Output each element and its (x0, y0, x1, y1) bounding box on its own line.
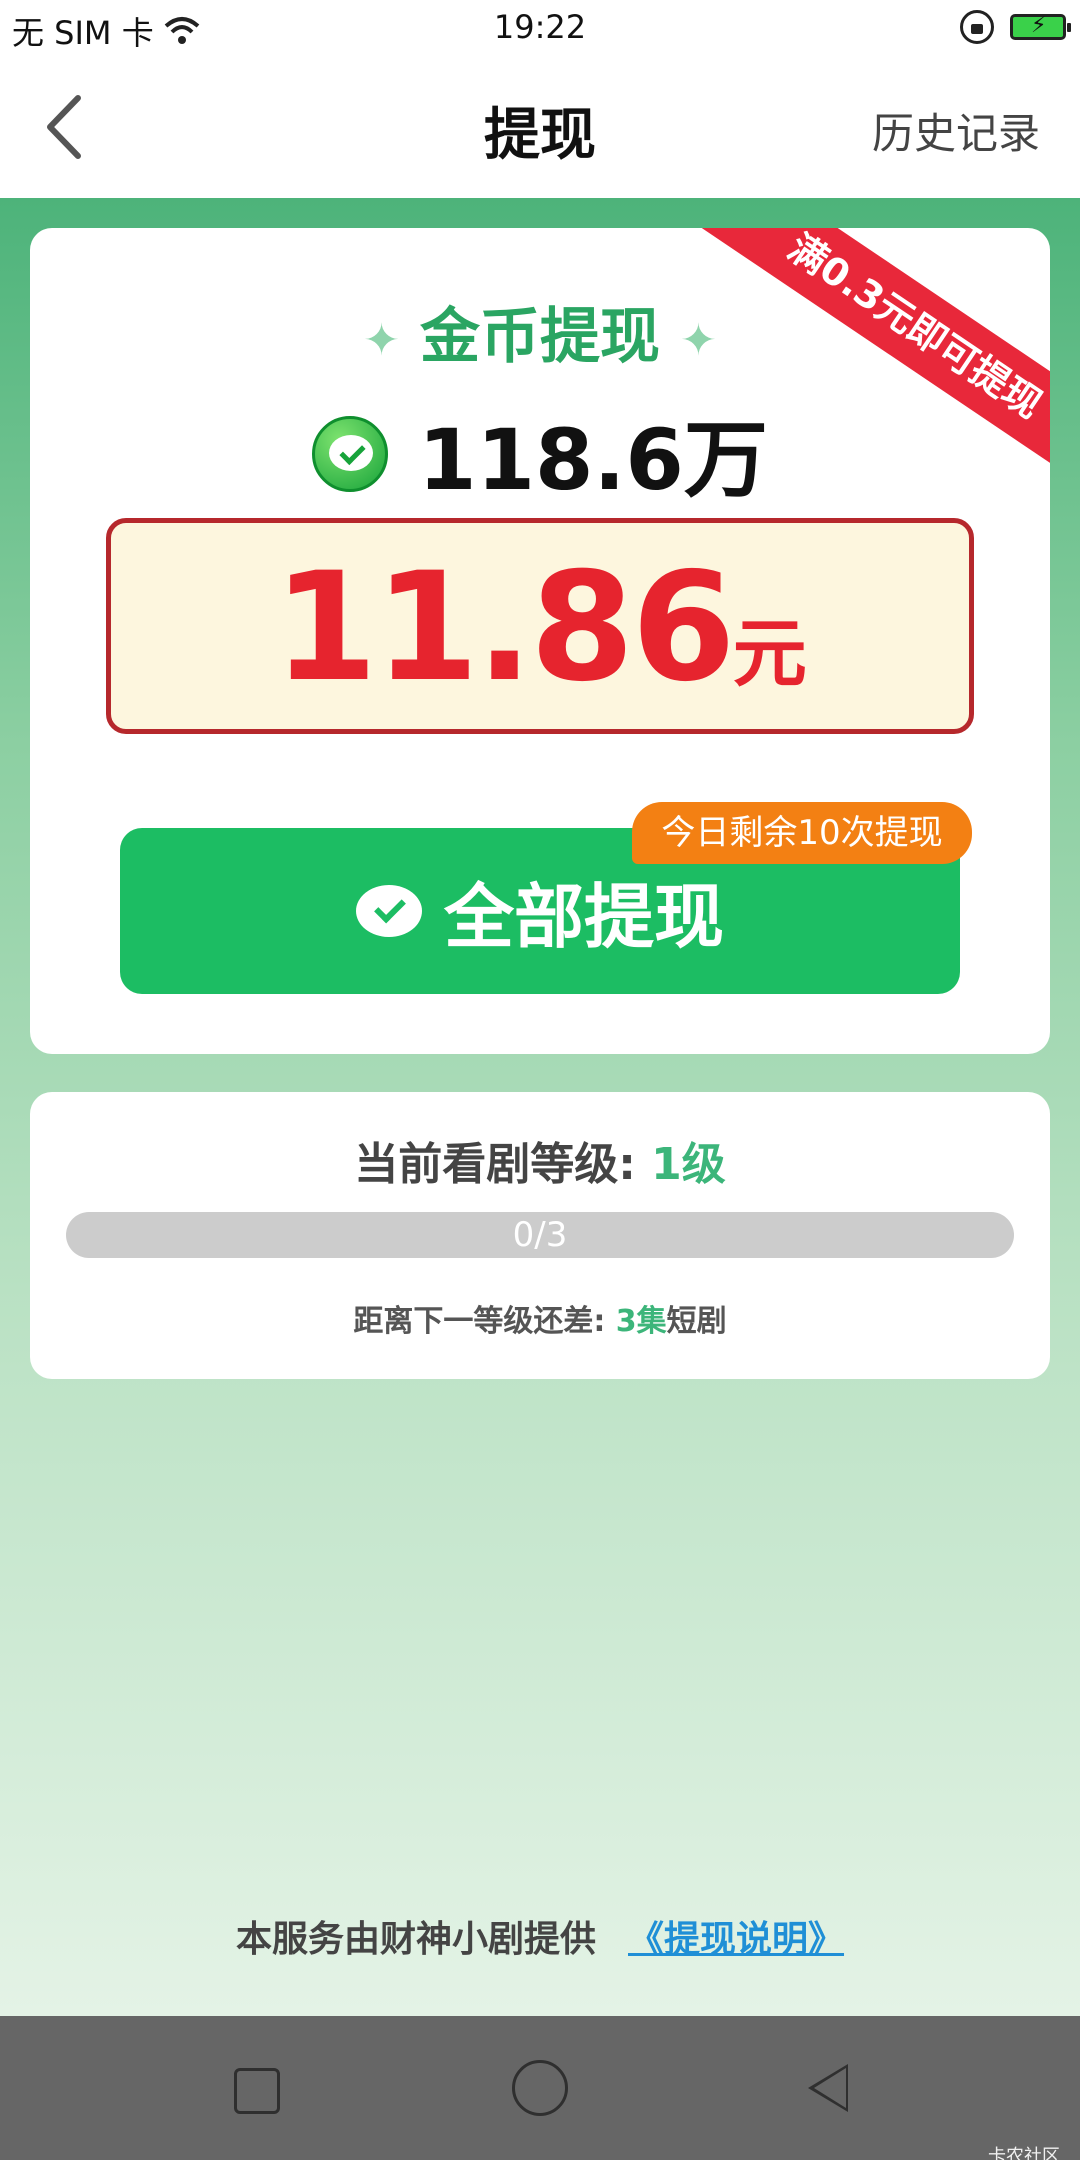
coin-withdraw-title-text: 金币提现 (420, 302, 660, 372)
wechat-coin-icon (312, 415, 389, 492)
withdraw-rules-link[interactable]: 《提现说明》 (628, 1919, 844, 1960)
level-progress-bar: 0/3 (66, 1212, 1014, 1258)
home-icon[interactable] (512, 2060, 568, 2116)
nav-back-icon[interactable] (808, 2064, 848, 2112)
history-button[interactable]: 历史记录 (872, 100, 1040, 161)
recent-apps-icon[interactable] (234, 2068, 280, 2114)
remaining-count-badge: 今日剩余10次提现 (632, 802, 972, 864)
status-time: 19:22 (493, 8, 587, 46)
next-level-suffix: 短剧 (666, 1304, 727, 1339)
sparkle-icon: ✦ (363, 314, 400, 366)
coin-withdraw-title: ✦ 金币提现 ✦ (30, 288, 1050, 375)
withdraw-all-label: 全部提现 (444, 875, 724, 958)
rotation-lock-icon (960, 10, 994, 44)
level-title-prefix: 当前看剧等级: (354, 1139, 652, 1190)
header: 提现 历史记录 (0, 56, 1080, 198)
level-value: 1级 (651, 1139, 726, 1190)
watermark: 卡农社区 (988, 2146, 1060, 2167)
status-bar: 无 SIM 卡 19:22 ⚡ (0, 0, 1080, 56)
wechat-icon (356, 881, 422, 941)
cash-unit: 元 (732, 611, 807, 697)
service-note: 本服务由财神小剧提供 《提现说明》 (0, 1910, 1080, 1962)
battery-icon: ⚡ (1010, 13, 1071, 40)
system-nav-bar (0, 2016, 1080, 2160)
level-card: 当前看剧等级: 1级 0/3 距离下一等级还差: 3集短剧 (30, 1092, 1050, 1379)
level-title: 当前看剧等级: 1级 (30, 1128, 1050, 1192)
next-level-info: 距离下一等级还差: 3集短剧 (30, 1296, 1050, 1340)
cash-amount: 11.86 (273, 541, 735, 715)
sparkle-icon: ✦ (680, 314, 717, 366)
coin-amount: 118.6万 (418, 411, 768, 509)
next-level-prefix: 距离下一等级还差: (353, 1304, 616, 1339)
level-progress-text: 0/3 (512, 1215, 568, 1255)
coin-balance: 118.6万 (30, 393, 1050, 514)
status-right: ⚡ (960, 10, 1071, 44)
withdraw-card: 满0.3元即可提现 ✦ 金币提现 ✦ 118.6万 11.86元 全部提现 今日剩余… (30, 228, 1050, 1054)
service-provider-text: 本服务由财神小剧提供 (235, 1919, 596, 1960)
cash-amount-box: 11.86元 (106, 518, 974, 734)
next-level-count: 3集 (615, 1304, 667, 1339)
